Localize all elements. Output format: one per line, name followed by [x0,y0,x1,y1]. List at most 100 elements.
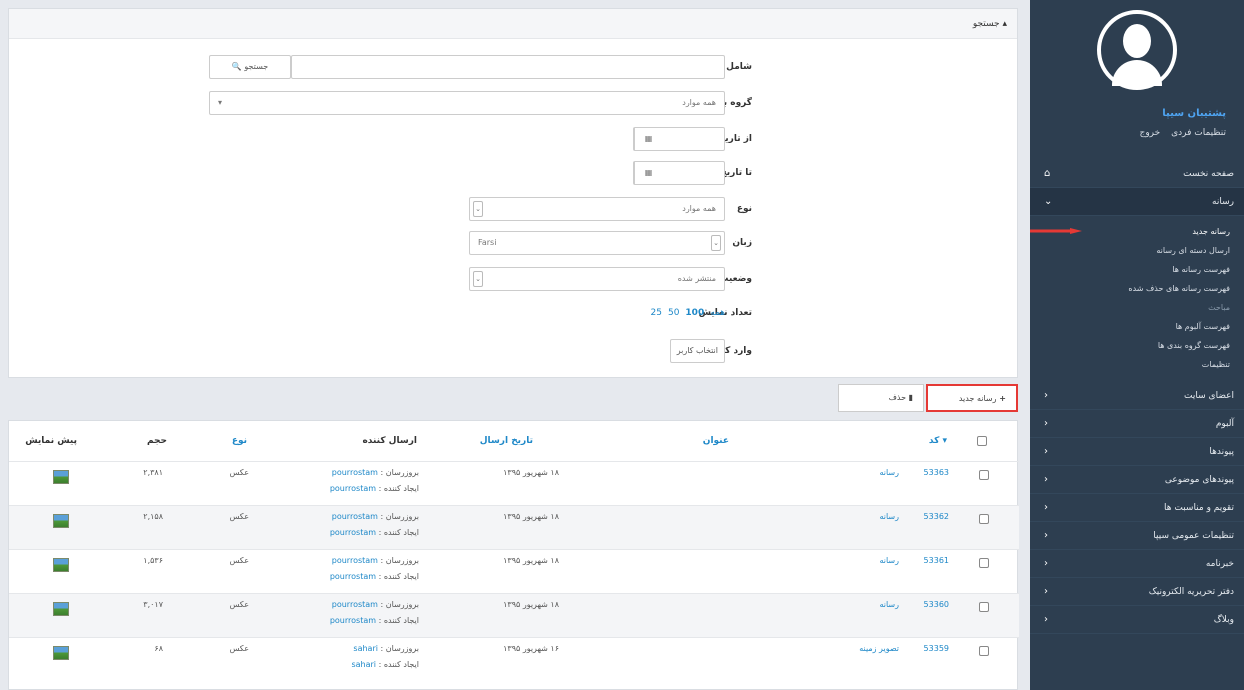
caret-down-icon: ▾ [218,98,223,107]
submenu-settings[interactable]: تنظیمات [1030,355,1244,374]
row-updater: بروزرسان : pourrostam [332,556,419,565]
sidebar-section-item[interactable]: اعضای سایت ‹ [1030,382,1244,410]
row-title[interactable]: رسانه [879,512,899,521]
label-includes: شامل [726,62,752,72]
row-checkbox[interactable] [979,558,989,568]
sidebar-section-item[interactable]: وبلاگ ‹ [1030,606,1244,634]
avatar[interactable] [1097,10,1177,90]
creator-link[interactable]: pourrostam [330,528,376,537]
sidebar-item-media[interactable]: رسانه ⌄ [1030,188,1244,216]
row-code[interactable]: 53359 [924,644,949,653]
search-input[interactable] [291,55,725,79]
page-size-25[interactable]: 25 [651,308,662,318]
header-size[interactable]: حجم [147,421,167,461]
row-title[interactable]: تصویر زمینه [859,644,899,653]
page-size-all[interactable]: همه [710,308,725,318]
page-size-50[interactable]: 50 [668,308,679,318]
row-checkbox[interactable] [979,470,989,480]
creator-link[interactable]: pourrostam [330,616,376,625]
header-title[interactable]: عنوان [703,421,729,461]
sidebar-item-home[interactable]: صفحه نخست ⌂ [1030,160,1244,188]
sidebar-section-item[interactable]: تنظیمات عمومی سیپا ‹ [1030,522,1244,550]
delete-label: حذف [888,393,907,402]
row-updater: بروزرسان : pourrostam [332,600,419,609]
row-updater: بروزرسان : pourrostam [332,468,419,477]
sidebar-section-item[interactable]: خبرنامه ‹ [1030,550,1244,578]
creator-label: ایجاد کننده : [378,484,419,493]
image-thumbnail-icon[interactable] [53,602,69,616]
row-checkbox[interactable] [979,646,989,656]
header-sender[interactable]: ارسال کننده [362,421,417,461]
creator-link[interactable]: pourrostam [330,484,376,493]
sidebar-section-item[interactable]: آلبوم ‹ [1030,410,1244,438]
table-row[interactable]: 53363 رسانه ۱۸ شهریور ۱۳۹۵ بروزرسان : pourr… [9,461,1019,505]
updater-link[interactable]: sahari [353,644,378,653]
table-row[interactable]: 53361 رسانه ۱۸ شهریور ۱۳۹۵ بروزرسان : pourr… [9,549,1019,593]
page-size-100[interactable]: 100 [685,308,704,318]
row-creator: ایجاد کننده : pourrostam [330,528,419,537]
row-checkbox[interactable] [979,514,989,524]
type-select[interactable]: همه موارد ⌄ [469,197,725,221]
row-title[interactable]: رسانه [879,556,899,565]
updater-link[interactable]: pourrostam [332,556,378,565]
personal-settings-link[interactable]: تنظیمات فردی [1171,128,1226,138]
header-code[interactable]: ▾ کد [929,421,947,461]
user-name[interactable]: پشتیبان سیپا [1162,108,1226,119]
submenu-media-list[interactable]: فهرست رسانه ها [1030,260,1244,279]
table-row[interactable]: 53359 تصویر زمینه ۱۶ شهریور ۱۳۹۵ بروزرسان :… [9,637,1019,681]
header-type[interactable]: نوع [232,421,247,461]
sidebar-item-label: تقویم و مناسبت ها [1164,503,1234,513]
select-all-checkbox[interactable] [977,436,987,446]
row-code[interactable]: 53360 [924,600,949,609]
group-select[interactable]: همه موارد ▾ [209,91,725,115]
chevron-left-icon: ‹ [1044,614,1048,625]
new-media-button[interactable]: + رسانه جدید [926,384,1018,412]
sidebar-section-item[interactable]: تقویم و مناسبت ها ‹ [1030,494,1244,522]
calendar-icon[interactable]: ▦ [634,162,662,184]
row-code[interactable]: 53361 [924,556,949,565]
row-title[interactable]: رسانه [879,600,899,609]
filter-status: وضعیت منتشر شده ⌄ [7,267,1017,291]
table-row[interactable]: 53360 رسانه ۱۸ شهریور ۱۳۹۵ بروزرسان : pourr… [9,593,1019,637]
row-size: ۲,۳۸۱ [143,468,163,477]
submenu-groupings[interactable]: فهرست گروه بندی ها [1030,336,1244,355]
updater-link[interactable]: pourrostam [332,600,378,609]
sidebar-section-item[interactable]: پیوندها ‹ [1030,438,1244,466]
creator-link[interactable]: sahari [351,660,376,669]
language-select[interactable]: Farsi ⌄ [469,231,725,255]
submenu-deleted-media[interactable]: فهرست رسانه های حذف شده [1030,279,1244,298]
updater-link[interactable]: pourrostam [332,512,378,521]
select-user-button[interactable]: انتخاب کاربر [669,339,725,363]
logout-link[interactable]: خروج [1140,128,1161,138]
table-row[interactable]: 53362 رسانه ۱۸ شهریور ۱۳۹۵ بروزرسان : pourr… [9,505,1019,549]
delete-button[interactable]: ▮ حذف [838,384,924,412]
row-size: ۳,۰۱۷ [143,600,163,609]
submenu-albums[interactable]: فهرست آلبوم ها [1030,317,1244,336]
calendar-icon[interactable]: ▦ [634,128,662,150]
caret-down-icon: ⌄ [711,235,721,251]
submenu-bulk-upload[interactable]: ارسال دسته ای رسانه [1030,241,1244,260]
search-button[interactable]: جستجو 🔍 [209,55,291,79]
row-title[interactable]: رسانه [879,468,899,477]
search-panel: ▴ جستجو شامل جستجو 🔍 گروه بندی همه موارد… [8,8,1018,378]
image-thumbnail-icon[interactable] [53,558,69,572]
row-creator: ایجاد کننده : pourrostam [330,572,419,581]
to-date-input[interactable]: ▦ [633,161,725,185]
row-code[interactable]: 53362 [924,512,949,521]
image-thumbnail-icon[interactable] [53,470,69,484]
sidebar-section-item[interactable]: پیوندهای موضوعی ‹ [1030,466,1244,494]
search-panel-title[interactable]: ▴ جستجو [9,9,1017,39]
row-code[interactable]: 53363 [924,468,949,477]
image-thumbnail-icon[interactable] [53,646,69,660]
creator-link[interactable]: pourrostam [330,572,376,581]
updater-link[interactable]: pourrostam [332,468,378,477]
status-select[interactable]: منتشر شده ⌄ [469,267,725,291]
image-thumbnail-icon[interactable] [53,514,69,528]
media-submenu: رسانه جدید ارسال دسته ای رسانه فهرست رسا… [1030,216,1244,382]
row-checkbox[interactable] [979,602,989,612]
from-date-input[interactable]: ▦ [633,127,725,151]
label-to-date: تا تاریخ [720,168,752,178]
submenu-topics[interactable]: مباحث [1030,298,1244,317]
header-date[interactable]: تاریخ ارسال [480,421,533,461]
sidebar-section-item[interactable]: دفتر تحریریه الکترونیک ‹ [1030,578,1244,606]
